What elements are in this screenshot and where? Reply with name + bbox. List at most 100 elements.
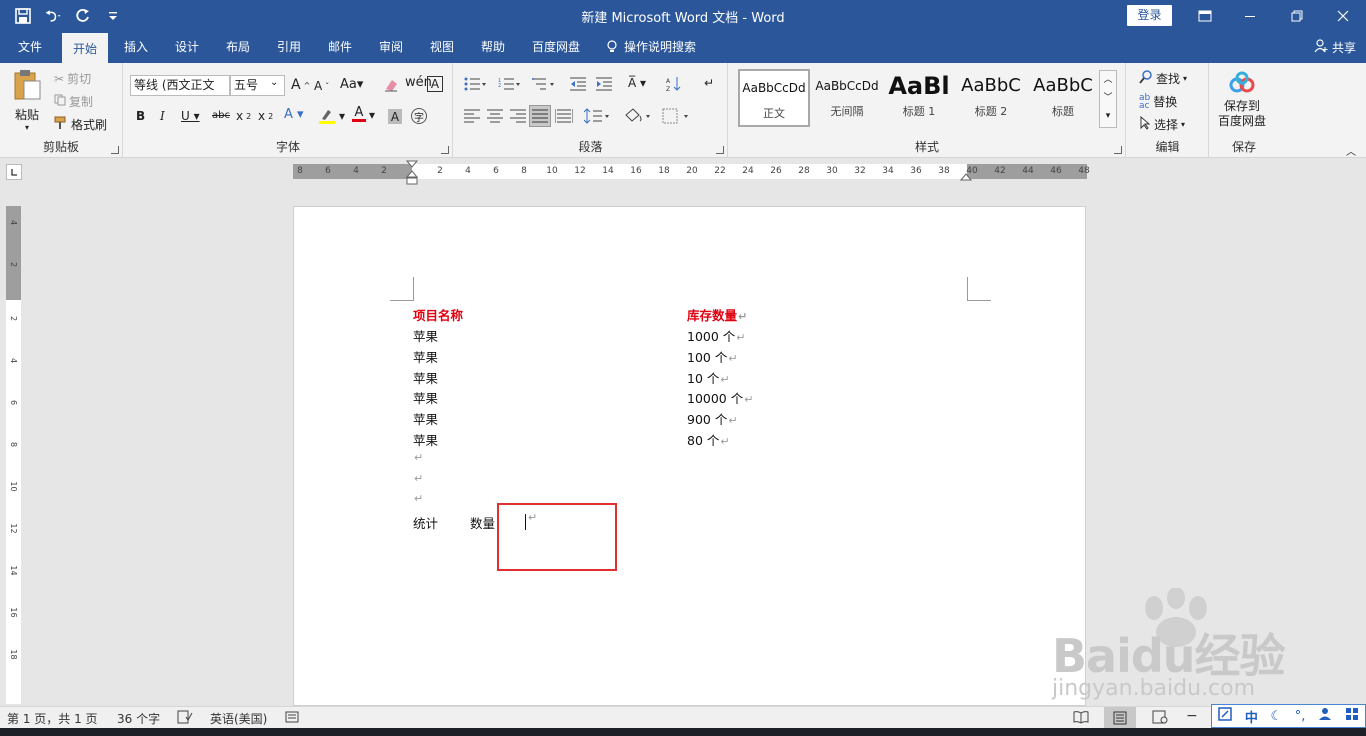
customize-qat-icon[interactable]: [104, 6, 122, 26]
enclose-characters-icon[interactable]: 字: [411, 108, 427, 124]
document-page[interactable]: [293, 206, 1086, 706]
word-count[interactable]: 36 个字: [117, 710, 160, 727]
tab-layout[interactable]: 布局: [216, 33, 260, 63]
strikethrough-icon[interactable]: abc: [212, 110, 230, 121]
style-heading-2[interactable]: AaBbC 标题 2: [955, 69, 1027, 127]
change-case-icon[interactable]: Aa▾: [340, 77, 363, 92]
summary-field[interactable]: 数量: [470, 513, 495, 532]
font-launcher-icon[interactable]: [441, 146, 449, 154]
close-icon[interactable]: [1328, 4, 1358, 28]
style-normal[interactable]: AaBbCcDd 正文: [738, 69, 810, 127]
save-to-netdisk-button[interactable]: 保存到 百度网盘: [1218, 71, 1266, 128]
right-indent-marker-icon[interactable]: [960, 171, 972, 181]
page-count[interactable]: 第 1 页，共 1 页: [7, 710, 98, 727]
justify-icon[interactable]: [529, 105, 551, 127]
borders-icon[interactable]: [662, 108, 690, 124]
character-border-icon[interactable]: A: [427, 76, 443, 92]
format-painter-button[interactable]: 格式刷: [54, 116, 107, 133]
stock-qty-cell[interactable]: 100 个↵: [687, 347, 738, 366]
item-name-cell[interactable]: 苹果: [413, 388, 438, 407]
line-spacing-icon[interactable]: [584, 108, 610, 124]
highlight-color-icon[interactable]: ▾: [318, 107, 345, 125]
zoom-out-icon[interactable]: −: [1186, 708, 1198, 724]
tab-references[interactable]: 引用: [267, 33, 311, 63]
cut-button[interactable]: ✂ 剪切: [54, 70, 91, 87]
style-no-spacing[interactable]: AaBbCcDd 无间隔: [811, 69, 883, 127]
chinese-layout-icon[interactable]: A̅ ▾: [628, 76, 646, 90]
italic-icon[interactable]: I: [160, 109, 165, 123]
header-stock-qty[interactable]: 库存数量↵: [687, 305, 747, 324]
grow-font-icon[interactable]: A ^: [291, 77, 310, 93]
read-mode-icon[interactable]: [1073, 710, 1089, 727]
decrease-indent-icon[interactable]: [570, 77, 586, 91]
print-layout-icon[interactable]: [1104, 707, 1136, 728]
styles-scroll[interactable]: ︿ ﹀ ▾: [1099, 70, 1117, 128]
stock-qty-cell[interactable]: 900 个↵: [687, 409, 738, 428]
moon-icon[interactable]: ☾: [1271, 709, 1283, 724]
multilevel-list-icon[interactable]: [532, 77, 556, 91]
item-name-cell[interactable]: 苹果: [413, 347, 438, 366]
tab-file[interactable]: 文件: [8, 33, 52, 63]
minimize-icon[interactable]: [1235, 4, 1265, 28]
subscript-icon[interactable]: x2: [236, 109, 251, 123]
summary-label[interactable]: 统计: [413, 513, 438, 532]
ime-mode[interactable]: 中: [1245, 707, 1258, 726]
stock-qty-cell[interactable]: 80 个↵: [687, 430, 730, 449]
increase-indent-icon[interactable]: [596, 77, 612, 91]
clear-formatting-icon[interactable]: [383, 77, 399, 93]
replace-button[interactable]: ab ac 替换: [1139, 93, 1177, 110]
user-icon[interactable]: [1318, 707, 1332, 725]
login-button[interactable]: 登录: [1127, 5, 1172, 26]
character-shading-icon[interactable]: A: [388, 109, 402, 124]
item-name-cell[interactable]: 苹果: [413, 368, 438, 387]
stock-qty-cell[interactable]: 10000 个↵: [687, 388, 753, 407]
tab-help[interactable]: 帮助: [471, 33, 515, 63]
find-button[interactable]: 查找 ▾: [1139, 70, 1187, 87]
select-button[interactable]: 选择 ▾: [1139, 115, 1185, 133]
stock-qty-cell[interactable]: 1000 个↵: [687, 326, 746, 345]
vertical-ruler[interactable]: 4 2 2 4 6 8 10 12 14 16 18: [6, 206, 21, 704]
underline-icon[interactable]: U ▾: [181, 109, 200, 123]
paste-button[interactable]: 粘贴 ▾: [12, 69, 42, 132]
align-right-icon[interactable]: [510, 109, 526, 123]
share-button[interactable]: 共享: [1314, 39, 1356, 56]
paragraph-launcher-icon[interactable]: [716, 146, 724, 154]
tab-mailings[interactable]: 邮件: [318, 33, 362, 63]
style-title[interactable]: AaBbC 标题: [1027, 69, 1099, 127]
header-item-name[interactable]: 项目名称: [413, 305, 463, 324]
superscript-icon[interactable]: x2: [258, 109, 273, 123]
redo-icon[interactable]: [74, 6, 92, 26]
horizontal-ruler[interactable]: 8 6 4 2 2 4 6 8 10 12 14 16 18 20 22 24 26 28 30 32 34 36 38 40…: [293, 160, 1090, 185]
bullets-icon[interactable]: [464, 77, 486, 91]
font-name-select[interactable]: 等线 (西文正文: [130, 75, 230, 96]
stock-qty-cell[interactable]: 10 个↵: [687, 368, 730, 387]
item-name-cell[interactable]: 苹果: [413, 409, 438, 428]
proofing-icon[interactable]: [177, 710, 193, 727]
tab-review[interactable]: 审阅: [369, 33, 413, 63]
shrink-font-icon[interactable]: Aˇ: [314, 79, 329, 93]
shading-icon[interactable]: [624, 107, 652, 125]
tab-home[interactable]: 开始: [62, 33, 108, 63]
ribbon-display-options-icon[interactable]: [1190, 4, 1220, 28]
web-layout-icon[interactable]: [1152, 710, 1168, 727]
sort-icon[interactable]: AZ: [666, 76, 682, 92]
font-color-icon[interactable]: A ▾: [352, 106, 375, 122]
restore-icon[interactable]: [1282, 4, 1312, 28]
text-effects-icon[interactable]: A ▾: [284, 107, 304, 122]
item-name-cell[interactable]: 苹果: [413, 326, 438, 345]
show-paragraph-marks-icon[interactable]: ↵: [704, 76, 714, 90]
tell-me-search[interactable]: 操作说明搜索: [606, 33, 712, 63]
font-size-dropdown-icon[interactable]: ⌄: [270, 77, 278, 88]
grid-icon[interactable]: [1345, 707, 1359, 725]
styles-more-icon[interactable]: ▾: [1106, 107, 1111, 125]
bold-icon[interactable]: B: [136, 109, 145, 123]
tab-insert[interactable]: 插入: [114, 33, 158, 63]
align-center-icon[interactable]: [487, 109, 503, 123]
undo-icon[interactable]: [44, 6, 62, 26]
style-heading-1[interactable]: AaBl 标题 1: [883, 69, 955, 127]
clipboard-launcher-icon[interactable]: [111, 146, 119, 154]
styles-launcher-icon[interactable]: [1114, 146, 1122, 154]
indent-marker-icon[interactable]: [406, 160, 418, 186]
collapse-ribbon-icon[interactable]: ︿: [1346, 143, 1356, 158]
item-name-cell[interactable]: 苹果: [413, 430, 438, 449]
